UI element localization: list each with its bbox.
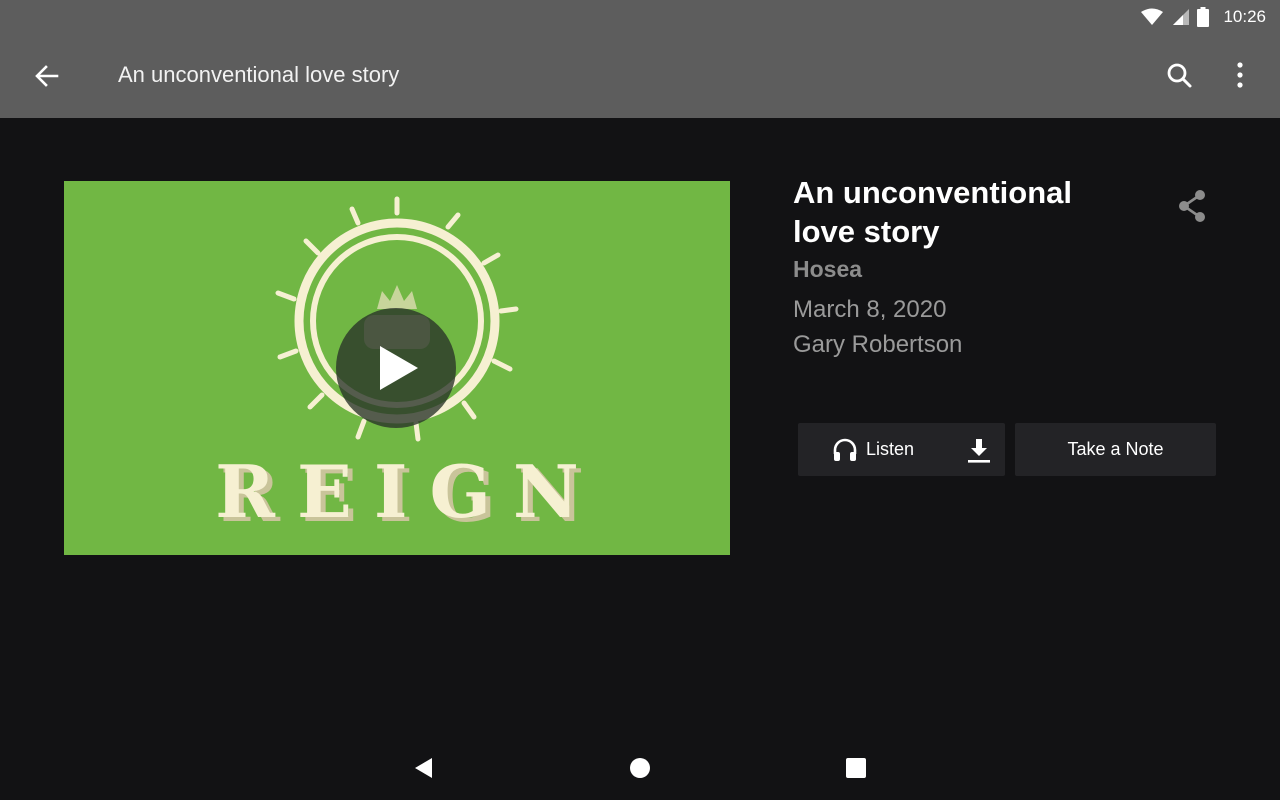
sermon-date: March 8, 2020: [793, 296, 947, 323]
take-note-button[interactable]: Take a Note: [1015, 423, 1216, 476]
play-icon: [380, 346, 418, 390]
sermon-title: An unconventional love story: [793, 175, 1072, 249]
signal-icon: [1173, 9, 1190, 25]
battery-icon: [1197, 7, 1210, 27]
sermon-artwork[interactable]: REIGN: [64, 181, 730, 555]
nav-recents-icon: [846, 758, 866, 778]
headphones-icon: [833, 438, 857, 461]
status-icons: 10:26: [1141, 5, 1266, 29]
more-options-button[interactable]: [1226, 58, 1254, 92]
listen-button[interactable]: Listen: [798, 423, 948, 476]
wifi-icon: [1141, 8, 1164, 25]
nav-home-button[interactable]: [628, 756, 652, 780]
speaker-name: Gary Robertson: [793, 331, 963, 358]
series-name: Hosea: [793, 256, 863, 282]
play-button[interactable]: [336, 308, 456, 428]
download-icon: [968, 438, 990, 463]
share-button[interactable]: [1172, 186, 1212, 226]
app-bar-title: An unconventional love story: [118, 62, 400, 87]
nav-back-button[interactable]: [410, 754, 438, 782]
more-vert-icon: [1237, 62, 1243, 88]
search-button[interactable]: [1162, 58, 1196, 92]
nav-back-icon: [415, 758, 432, 778]
app-bar: An unconventional love story: [0, 34, 1280, 118]
download-button[interactable]: [953, 423, 1005, 476]
arrow-back-icon: [35, 65, 59, 87]
listen-group: Listen: [798, 423, 1005, 476]
nav-recents-button[interactable]: [844, 756, 868, 780]
status-bar: 10:26: [0, 0, 1280, 34]
search-icon: [1167, 63, 1192, 88]
take-note-label: Take a Note: [1067, 439, 1164, 459]
share-icon: [1179, 190, 1205, 222]
status-time: 10:26: [1223, 7, 1266, 26]
navigation-bar: [0, 736, 1280, 800]
back-button[interactable]: [30, 60, 66, 92]
nav-home-icon: [630, 758, 650, 778]
series-logo-text: REIGN: [215, 449, 601, 534]
listen-label: Listen: [865, 439, 915, 459]
